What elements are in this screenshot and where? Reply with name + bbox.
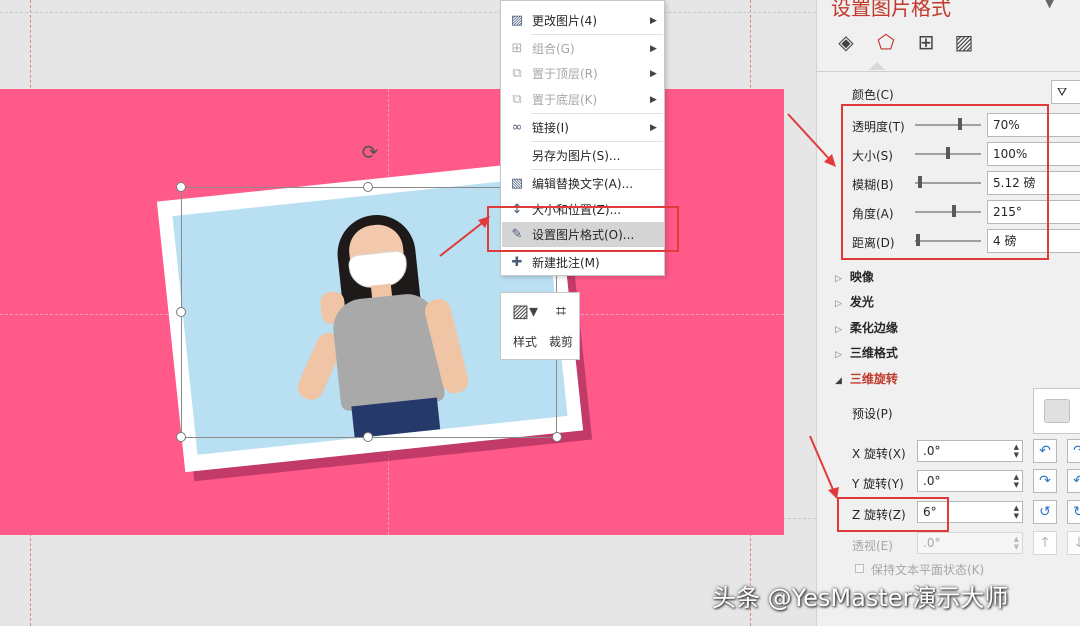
submenu-arrow-icon: ▶ [650,94,657,105]
resize-handle[interactable] [363,432,373,442]
section-3d-rotation[interactable]: ◢ 三维旋转 [835,370,898,387]
submenu-arrow-icon: ▶ [650,122,657,133]
menu-item-group[interactable]: ⊞ 组合(G) ▶ [502,36,664,61]
highlight-box [841,104,1049,260]
menu-divider [531,34,663,35]
expand-arrow-icon: ▷ [835,299,842,309]
color-label: 颜色(C) [852,88,894,102]
preset-picker[interactable] [1033,388,1080,434]
section-soft-edges[interactable]: ▷ 柔化边缘 [835,319,898,336]
link-icon: ∞ [511,120,523,135]
send-to-back-icon: ⧉ [512,92,522,107]
rotate-counterclockwise-icon[interactable]: ↺ [1033,500,1057,524]
perspective-down-icon[interactable]: ↓ [1067,531,1080,555]
menu-item-label: 置于底层(K) [532,93,598,107]
pane-divider [817,71,1080,72]
preset-swatch [1044,399,1070,423]
group-icon: ⊞ [511,41,523,56]
submenu-arrow-icon: ▶ [650,43,657,54]
highlight-box [837,497,949,532]
new-comment-icon: ✚ [511,255,523,270]
crop-label: 裁剪 [548,335,573,349]
keep-text-flat-checkbox[interactable] [855,564,864,573]
menu-item-label: 置于顶层(R) [532,67,598,81]
style-label: 样式 [512,335,537,349]
pane-options-icon[interactable]: ▼ [1045,0,1054,10]
y-rotation-input[interactable]: .0° ▲ ▼ [917,470,1023,492]
annotation-arrow-icon [787,113,836,167]
resize-handle[interactable] [176,307,186,317]
menu-item-save-as-picture[interactable]: 另存为图片(S)... [502,143,664,168]
guide-line [0,12,816,13]
effects-tab-icon[interactable]: ⬠ [873,30,899,56]
menu-item-send-to-back[interactable]: ⧉ 置于底层(K) ▶ [502,87,664,112]
rotate-up-icon[interactable]: ↶ [1067,469,1080,493]
pane-title: 设置图片格式 [831,0,951,20]
alt-text-icon: ▧ [510,176,524,191]
perspective-label: 透视(E) [852,539,893,553]
menu-item-change-picture[interactable]: ▨ 更改图片(4) ▶ [502,8,664,33]
menu-divider [531,113,663,114]
rotate-clockwise-icon[interactable]: ↻ [1067,500,1080,524]
resize-handle[interactable] [176,432,186,442]
resize-handle[interactable] [176,182,186,192]
format-picture-pane[interactable]: 设置图片格式 ▼ ◈ ⬠ ⊞ ▨ 颜色(C) ⛛ 透明度(T) 70% 大小(S… [816,0,1080,626]
menu-item-label: 更改图片(4) [532,14,597,28]
preset-label: 预设(P) [852,407,893,421]
bring-to-front-icon: ⧉ [512,66,522,81]
rotate-right-icon[interactable]: ↷ [1067,439,1080,463]
style-button[interactable]: ▨▾ 样式 [507,299,543,355]
menu-item-bring-to-front[interactable]: ⧉ 置于顶层(R) ▶ [502,61,664,86]
menu-item-edit-alt-text[interactable]: ▧ 编辑替换文字(A)... [502,171,664,196]
keep-text-flat-label: 保持文本平面状态(K) [871,563,985,577]
expand-arrow-icon: ▷ [835,325,842,335]
slide-canvas[interactable]: ⟳ [0,0,816,626]
menu-item-label: 组合(G) [532,42,575,56]
watermark: 头条 @YesMaster演示大师 [712,584,1009,612]
rotate-down-icon[interactable]: ↷ [1033,469,1057,493]
menu-item-label: 新建批注(M) [532,256,600,270]
submenu-arrow-icon: ▶ [650,15,657,26]
y-rotation-label: Y 旋转(Y) [852,477,904,491]
rotate-handle-icon[interactable]: ⟳ [358,140,382,164]
resize-handle[interactable] [552,432,562,442]
mini-toolbar[interactable]: ▨▾ 样式 ⌗ 裁剪 [500,292,580,360]
size-properties-tab-icon[interactable]: ⊞ [913,30,939,56]
expand-arrow-icon: ▷ [835,350,842,360]
section-3d-format[interactable]: ▷ 三维格式 [835,344,898,361]
crop-button[interactable]: ⌗ 裁剪 [543,299,579,355]
menu-item-new-comment[interactable]: ✚ 新建批注(M) [502,250,664,275]
menu-divider [531,141,663,142]
picture-style-icon: ▨▾ [511,301,539,322]
rotate-left-icon[interactable]: ↶ [1033,439,1057,463]
resize-handle[interactable] [363,182,373,192]
picture-tab-icon[interactable]: ▨ [951,30,977,56]
menu-item-label: 另存为图片(S)... [532,149,621,163]
menu-item-label: 编辑替换文字(A)... [532,177,634,191]
crop-icon: ⌗ [555,301,567,322]
x-rotation-label: X 旋转(X) [852,447,906,461]
menu-item-link[interactable]: ∞ 链接(I) ▶ [502,115,664,140]
change-picture-icon: ▨ [510,13,524,28]
expand-arrow-icon: ▷ [835,274,842,284]
annotation-arrow-icon [809,435,839,499]
section-glow[interactable]: ▷ 发光 [835,293,874,310]
perspective-input[interactable]: .0° ▲ ▼ [917,532,1023,554]
perspective-up-icon[interactable]: ↑ [1033,531,1057,555]
paint-bucket-icon: ⛛ [1057,85,1068,99]
active-tab-indicator [869,62,885,70]
fill-line-tab-icon[interactable]: ◈ [833,30,859,56]
collapse-arrow-icon: ◢ [835,376,842,386]
x-rotation-input[interactable]: .0° ▲ ▼ [917,440,1023,462]
section-reflection[interactable]: ▷ 映像 [835,268,874,285]
color-picker-button[interactable]: ⛛ [1051,80,1080,104]
menu-divider [531,169,663,170]
highlight-box [487,206,679,252]
menu-item-label: 链接(I) [532,121,569,135]
submenu-arrow-icon: ▶ [650,68,657,79]
spinner-icon[interactable]: ▲ ▼ [1014,443,1019,459]
spinner-icon: ▲ ▼ [1013,535,1019,551]
spinner-icon[interactable]: ▲ ▼ [1014,473,1019,489]
spinner-icon[interactable]: ▲ ▼ [1014,504,1019,520]
